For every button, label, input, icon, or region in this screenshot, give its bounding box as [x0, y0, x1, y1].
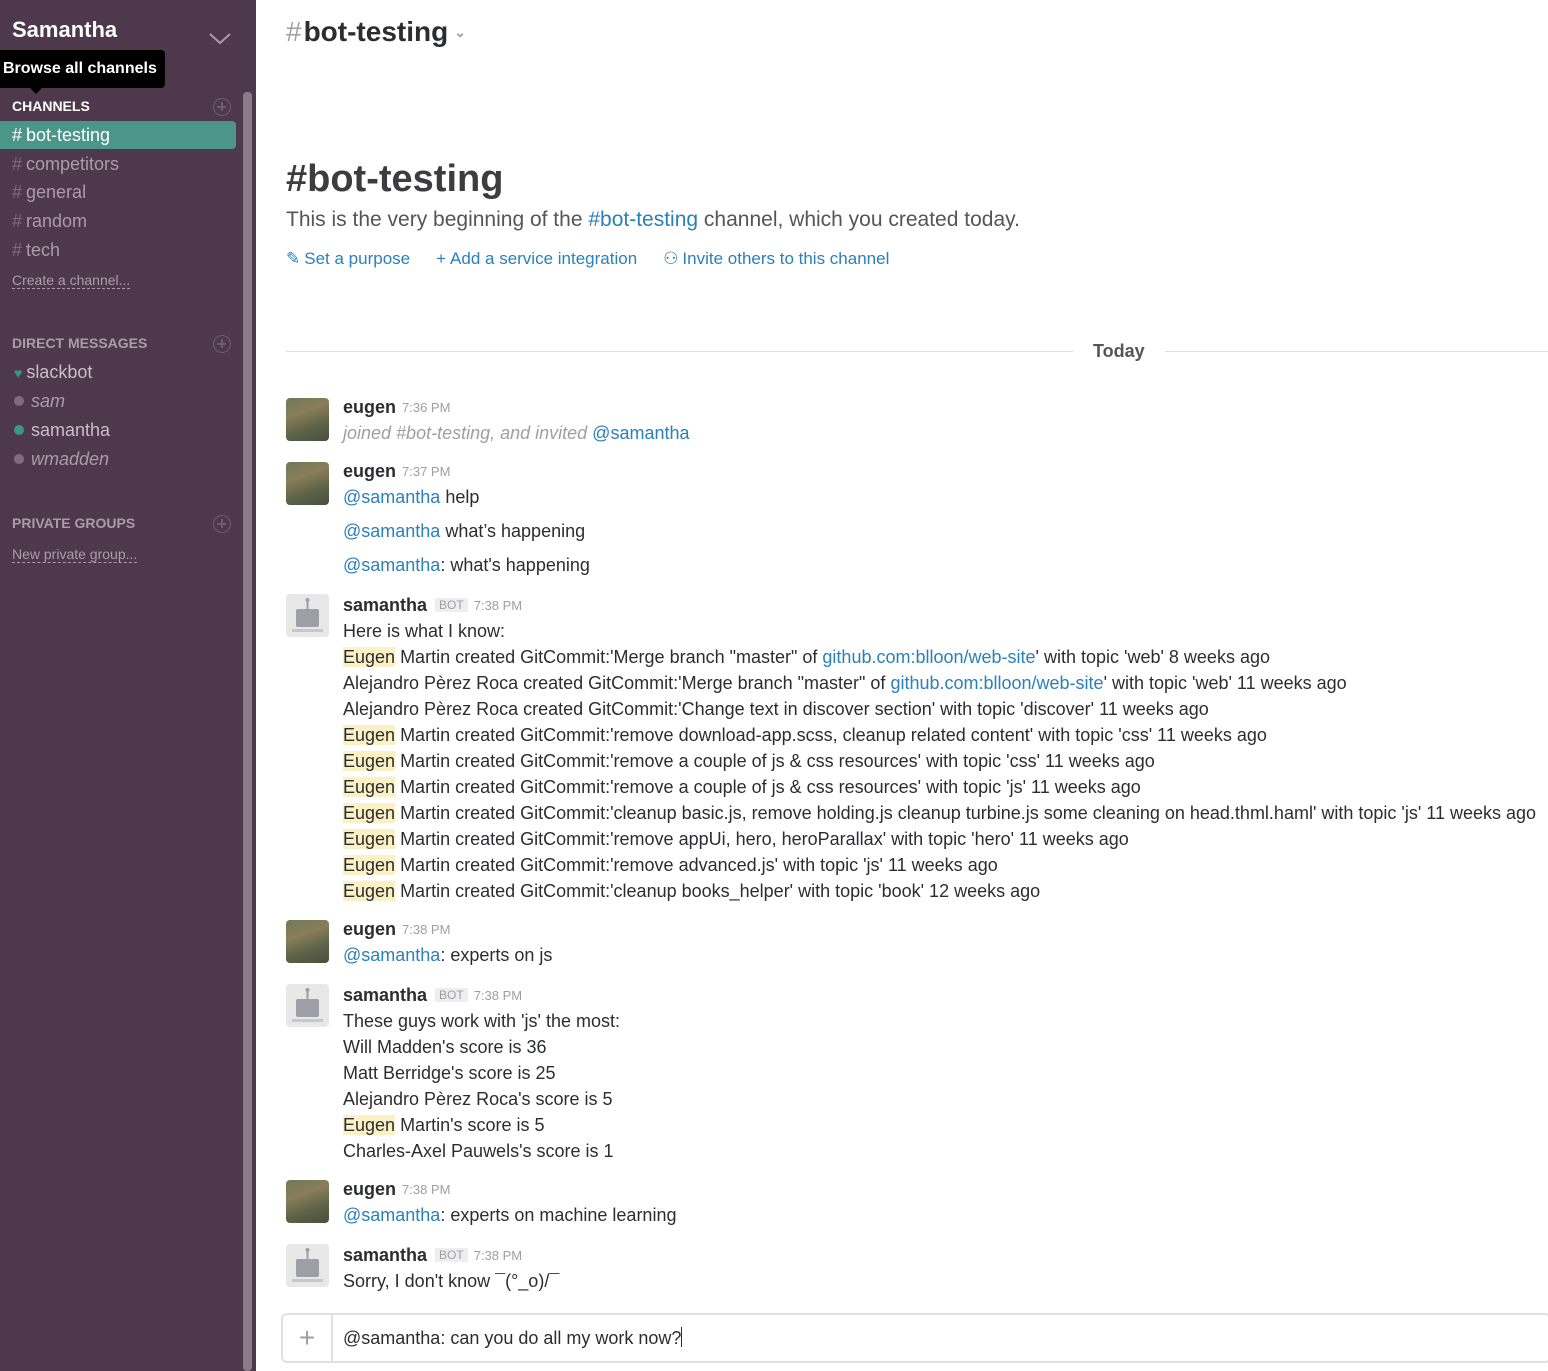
- hash-icon: #: [12, 125, 23, 145]
- bot-badge: BOT: [435, 598, 468, 612]
- message-header: eugen 7:38 PM: [343, 919, 451, 939]
- message-text: Alejandro Pèrez Roca created GitCommit:…: [343, 673, 1347, 693]
- message-text: Eugen Martin created GitCommit:'remove a…: [343, 829, 1129, 849]
- bot-badge: BOT: [435, 988, 468, 1002]
- message-text: Here is what I know:: [343, 621, 506, 641]
- message-text: @samantha: experts on machine learning: [343, 1205, 677, 1225]
- sidebar-item-general[interactable]: # general: [12, 178, 86, 206]
- message-text: Eugen Martin created GitCommit:'remove a…: [343, 777, 1141, 797]
- message-text: Sorry, I don't know ¯(°_o)/¯: [343, 1271, 560, 1291]
- add-channel-icon[interactable]: [213, 98, 231, 116]
- hash-icon: #: [12, 211, 23, 231]
- message-header: samantha BOT 7:38 PM: [343, 595, 523, 615]
- new-group-link[interactable]: New private group...: [12, 546, 138, 563]
- message-header: eugen 7:37 PM: [343, 461, 451, 481]
- sidebar-item-samantha[interactable]: samantha: [14, 417, 110, 443]
- bot-avatar[interactable]: [286, 594, 329, 637]
- sidebar-scrollbar[interactable]: [243, 92, 252, 1371]
- bot-avatar[interactable]: [286, 1244, 329, 1287]
- day-divider: [286, 351, 1548, 352]
- message-text: @samantha what’s happening: [343, 521, 586, 541]
- robot-icon: [286, 594, 329, 637]
- dm-heading[interactable]: DIRECT MESSAGES: [12, 335, 147, 351]
- bot-avatar[interactable]: [286, 984, 329, 1027]
- channel-link[interactable]: #bot-testing: [588, 208, 698, 231]
- day-divider-label: Today: [1073, 341, 1165, 362]
- sidebar-item-competitors[interactable]: # competitors: [12, 150, 119, 178]
- message-header: samantha BOT 7:38 PM: [343, 985, 523, 1005]
- channel-header[interactable]: #bot-testing ⌄: [286, 16, 466, 48]
- avatar[interactable]: [286, 920, 329, 963]
- message-text: Eugen Martin created GitCommit:'Merge br…: [343, 647, 1270, 667]
- main-pane: #bot-testing ⌄ #bot-testing This is the v…: [257, 0, 1548, 1371]
- avatar[interactable]: [286, 462, 329, 505]
- message-composer[interactable]: + @samantha: can you do all my work now?: [281, 1313, 1548, 1363]
- add-dm-icon[interactable]: [213, 335, 231, 353]
- message-text: Eugen Martin created GitCommit:'cleanup …: [343, 803, 1537, 823]
- chevron-down-icon: ⌄: [454, 24, 466, 40]
- intro-title: #bot-testing: [286, 158, 504, 200]
- presence-away-icon: [14, 396, 24, 406]
- channels-heading[interactable]: CHANNELS: [12, 98, 90, 114]
- message-text: Eugen Martin's score is 5: [343, 1115, 545, 1135]
- chevron-down-icon[interactable]: [208, 30, 232, 46]
- sidebar-item-slackbot[interactable]: ♥ slackbot: [14, 359, 92, 385]
- presence-away-icon: [14, 454, 24, 464]
- team-name[interactable]: Samantha: [12, 17, 117, 43]
- presence-online-icon: [14, 425, 24, 435]
- avatar[interactable]: [286, 398, 329, 441]
- message-text: Alejandro Pèrez Roca created GitCommit:…: [343, 699, 1209, 719]
- message-text: Eugen Martin created GitCommit:'remove a…: [343, 855, 998, 875]
- avatar[interactable]: [286, 1180, 329, 1223]
- sidebar-item-random[interactable]: # random: [12, 207, 87, 235]
- hash-icon: #: [12, 154, 23, 174]
- tooltip-browse-channels: Browse all channels: [0, 50, 165, 94]
- set-purpose-link[interactable]: ✎ Set a purpose: [286, 249, 410, 269]
- bot-badge: BOT: [435, 1248, 468, 1262]
- intro-text: This is the very beginning of the #bot-t…: [286, 208, 1020, 231]
- hash-icon: #: [12, 182, 23, 202]
- sidebar-item-tech[interactable]: # tech: [12, 236, 60, 264]
- pencil-icon: ✎: [286, 249, 301, 268]
- invite-others-link[interactable]: ⚇ Invite others to this channel: [663, 249, 889, 269]
- user-icon: ⚇: [663, 249, 679, 268]
- sidebar: Samantha Browse all channels CHANNELS # b…: [0, 0, 256, 1371]
- message-header: eugen 7:36 PM: [343, 397, 451, 417]
- text-cursor: [681, 1327, 683, 1347]
- message-text: @samantha help: [343, 487, 480, 507]
- add-group-icon[interactable]: [213, 515, 231, 533]
- robot-icon: [286, 984, 329, 1027]
- message-header: eugen 7:38 PM: [343, 1179, 451, 1199]
- message-text: Eugen Martin created GitCommit:'remove a…: [343, 751, 1155, 771]
- message-text: Eugen Martin created GitCommit:'cleanup …: [343, 881, 1041, 901]
- message-header: samantha BOT 7:38 PM: [343, 1245, 523, 1265]
- groups-heading[interactable]: PRIVATE GROUPS: [12, 515, 135, 531]
- message-text: Eugen Martin created GitCommit:'remove d…: [343, 725, 1267, 745]
- message-text: joined #bot-testing, and invited @samant…: [343, 423, 690, 443]
- intro-actions: ✎ Set a purpose + Add a service integratio…: [286, 249, 889, 269]
- message-text: These guys work with 'js' the most:: [343, 1011, 620, 1031]
- message-text: Alejandro Pèrez Roca's score is 5: [343, 1089, 613, 1109]
- message-text: Will Madden's score is 36: [343, 1037, 547, 1057]
- robot-icon: [286, 1244, 329, 1287]
- message-text: Matt Berridge's score is 25: [343, 1063, 556, 1083]
- hash-icon: #: [12, 240, 23, 260]
- sidebar-item-bot-testing[interactable]: # bot-testing: [0, 121, 236, 149]
- message-input[interactable]: @samantha: can you do all my work now?: [343, 1327, 683, 1349]
- sidebar-item-sam[interactable]: sam: [14, 388, 65, 414]
- create-channel-link[interactable]: Create a channel...: [12, 272, 131, 289]
- message-text: @samantha: experts on js: [343, 945, 553, 965]
- heart-icon: ♥: [14, 365, 23, 381]
- message-text: @samantha: what's happening: [343, 555, 590, 575]
- sidebar-item-wmadden[interactable]: wmadden: [14, 446, 109, 472]
- message-text: Charles-Axel Pauwels's score is 1: [343, 1141, 614, 1161]
- plus-icon: +: [436, 249, 447, 268]
- add-integration-link[interactable]: + Add a service integration: [436, 249, 637, 269]
- attach-plus-button[interactable]: +: [283, 1315, 333, 1361]
